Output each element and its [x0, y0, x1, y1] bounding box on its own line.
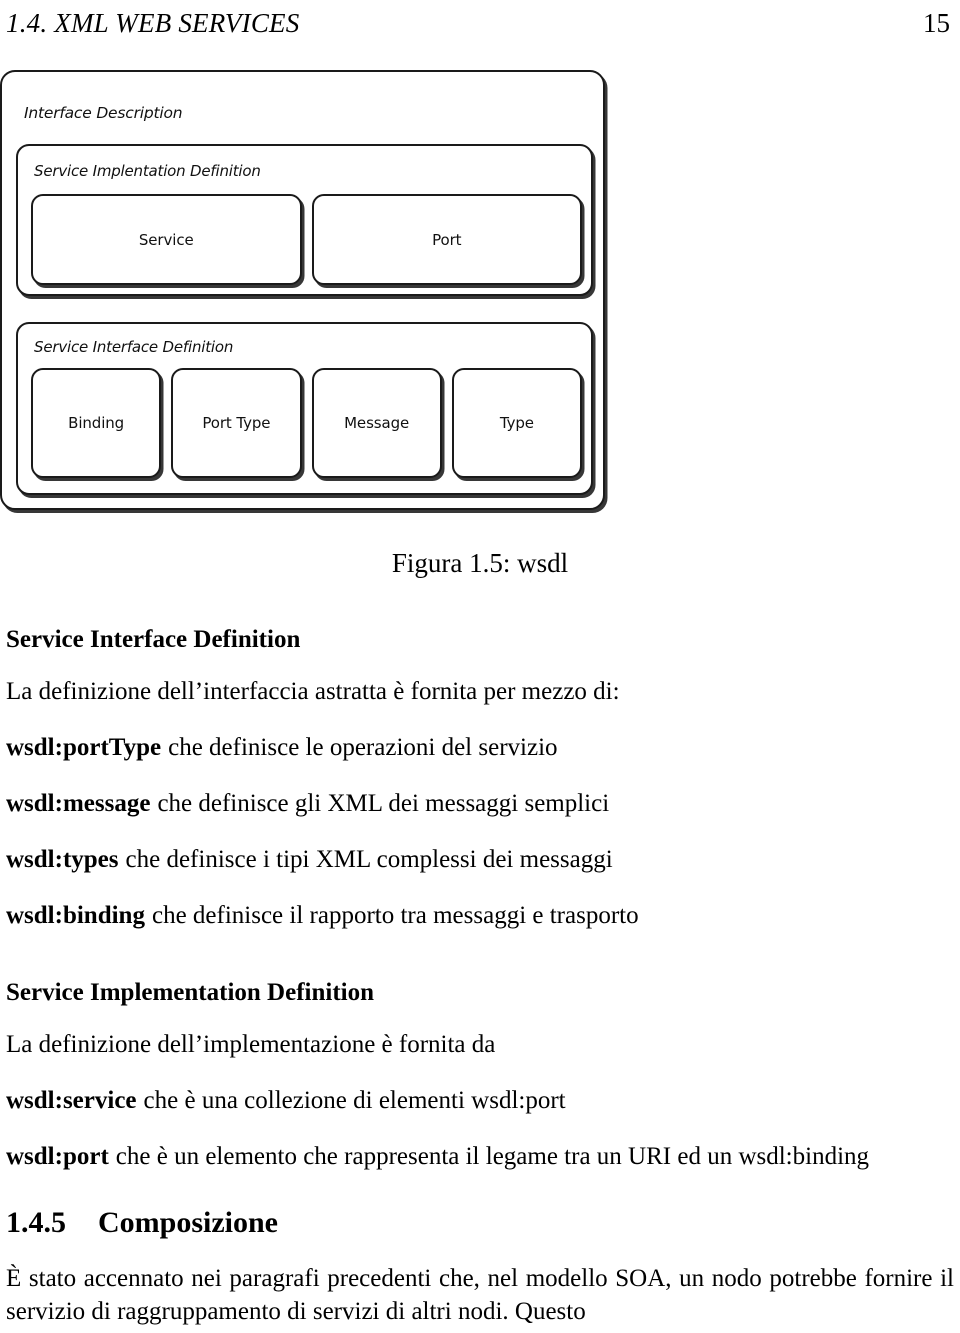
page-number: 15	[923, 8, 950, 38]
service-interface-definition-box: Service Interface Definition Binding Por…	[16, 322, 593, 495]
section-heading-composizione: 1.4.5 Composizione	[6, 1206, 954, 1241]
paragraph-composizione-body: È stato accennato nei paragrafi preceden…	[6, 1265, 954, 1325]
leaf-binding: Binding	[31, 368, 162, 478]
leaf-message: Message	[311, 368, 442, 478]
interface-leaf-row: Binding Port Type Message Type	[31, 368, 582, 478]
term-wsdl-types: wsdl:types	[6, 845, 119, 873]
definition-item: wsdl:message che definisce gli XML dei me…	[6, 789, 954, 819]
subheading-service-implementation-definition: Service Implementation Definition	[6, 978, 375, 1006]
paragraph-implementation-intro: La definizione dell’implementazione è fo…	[6, 1030, 496, 1058]
running-head: 1.4. XML WEB SERVICES 15	[0, 8, 960, 44]
definition-item: wsdl:portType che definisce le operazioni…	[6, 733, 954, 763]
leaf-port: Port	[311, 194, 582, 285]
definition-item: wsdl:service che è una collezione di elem…	[6, 1086, 954, 1116]
running-head-title: 1.4. XML WEB SERVICES	[6, 8, 300, 38]
desc-wsdl-types: che definisce i tipi XML complessi dei m…	[125, 845, 613, 873]
desc-wsdl-binding: che definisce il rapporto tra messaggi e…	[151, 901, 639, 929]
term-wsdl-porttype: wsdl:portType	[6, 733, 162, 761]
desc-wsdl-message: che definisce gli XML dei messaggi sempl…	[157, 789, 610, 817]
service-interface-definition-label: Service Interface Definition	[34, 338, 234, 356]
figure-wsdl: Interface Description Service Implentati…	[0, 70, 960, 600]
leaf-service: Service	[31, 194, 302, 285]
section-number: 1.4.5	[6, 1205, 66, 1239]
paragraph-interface-intro: La definizione dell’interfaccia astratta…	[6, 677, 620, 705]
subheading-service-interface-definition: Service Interface Definition	[6, 626, 301, 653]
interface-description-label: Interface Description	[24, 104, 183, 122]
leaf-port-type: Port Type	[171, 368, 302, 478]
definition-item: wsdl:types che definisce i tipi XML compl…	[6, 845, 954, 875]
term-wsdl-port: wsdl:port	[6, 1142, 109, 1170]
service-implentation-definition-label: Service Implentation Definition	[34, 162, 261, 180]
term-wsdl-binding: wsdl:binding	[6, 901, 145, 929]
implementation-leaf-row: Service Port	[31, 194, 582, 285]
desc-wsdl-service: che è una collezione di elementi wsdl:po…	[143, 1086, 566, 1114]
definition-item: wsdl:port che è un elemento che rappresen…	[6, 1142, 954, 1172]
service-implentation-definition-box: Service Implentation Definition Service …	[16, 144, 593, 296]
figure-caption: Figura 1.5: wsdl	[391, 548, 569, 578]
desc-wsdl-porttype: che definisce le operazioni del servizio	[168, 733, 558, 761]
interface-description-box: Interface Description Service Implentati…	[0, 70, 605, 510]
definition-item: wsdl:binding che definisce il rapporto tr…	[6, 901, 954, 931]
section-title: Composizione	[98, 1205, 278, 1239]
term-wsdl-service: wsdl:service	[6, 1086, 137, 1114]
leaf-type: Type	[451, 368, 582, 478]
page-body: Service Interface Definition La definizi…	[6, 626, 954, 1328]
term-wsdl-message: wsdl:message	[6, 789, 151, 817]
desc-wsdl-port: che è un elemento che rappresenta il leg…	[115, 1142, 870, 1170]
